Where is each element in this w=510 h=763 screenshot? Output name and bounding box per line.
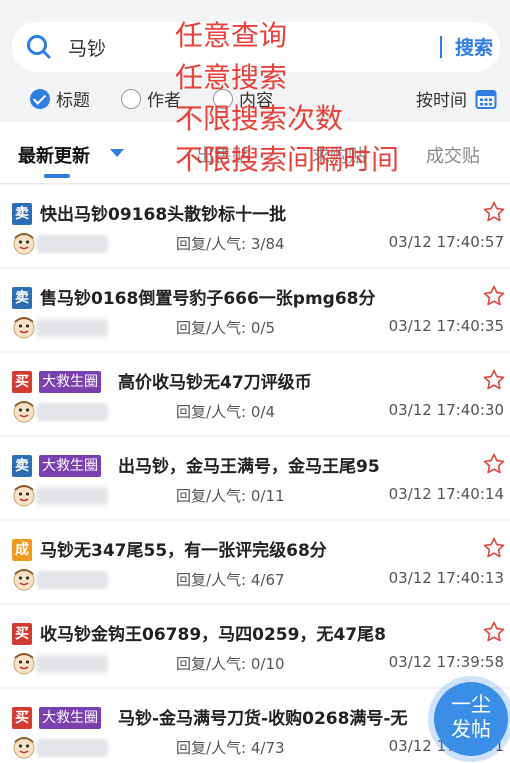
new-post-button[interactable]: 一尘 发帖 — [434, 682, 508, 756]
post-time: 03/12 17:40:35 — [388, 317, 504, 335]
overlay-text: 不限搜索间隔时间 — [175, 143, 400, 176]
tab-deal[interactable]: 成交贴 — [426, 142, 480, 168]
post-stats: 回复/人气: 3/84 — [176, 235, 285, 253]
fab-line2: 发帖 — [451, 717, 491, 741]
star-icon[interactable] — [482, 368, 506, 392]
radio-checked-icon — [30, 88, 50, 109]
search-button[interactable]: 搜索 — [455, 33, 493, 60]
post-title[interactable]: 收马钞金钩王06789，马四0259，无47尾8 — [40, 620, 386, 645]
avatar — [12, 483, 36, 507]
avatar — [12, 567, 36, 591]
post-row[interactable]: 买收马钞金钩王06789，马四0259，无47尾8 回复/人气: 0/10 03/1… — [0, 605, 510, 687]
avatar — [12, 399, 36, 423]
post-row[interactable]: 成马钞无347尾55，有一张评完级68分回复/人气: 4/67 03/12 17:… — [0, 521, 510, 603]
blurred-author-name — [36, 403, 108, 421]
filter-title-radio[interactable]: 标题 — [30, 86, 90, 111]
blurred-author-name — [36, 319, 108, 337]
active-tab-indicator — [44, 174, 70, 178]
avatar — [12, 735, 36, 759]
post-type-badge: 卖 — [12, 203, 32, 225]
overlay-text: 任意查询 — [175, 19, 288, 52]
post-time: 03/12 17:40:57 — [388, 233, 504, 251]
post-tag-badge: 大救生圈 — [39, 371, 101, 393]
post-type-badge: 卖 — [12, 455, 32, 477]
post-type-badge: 买 — [12, 707, 32, 729]
avatar — [12, 315, 36, 339]
star-icon[interactable] — [482, 200, 506, 224]
blurred-author-name — [36, 571, 108, 589]
star-icon[interactable] — [482, 452, 506, 476]
caret-down-icon[interactable] — [110, 149, 124, 157]
post-row[interactable]: 卖快出马钞09168头散钞标十一批回复/人气: 3/84 03/12 17:40:… — [0, 185, 510, 267]
post-time: 03/12 17:40:14 — [388, 485, 504, 503]
post-title[interactable]: 出马钞，金马王满号，金马王尾95 — [118, 452, 380, 477]
star-icon[interactable] — [482, 536, 506, 560]
post-title[interactable]: 马钞-金马满号刀货-收购0268满号-无 — [118, 704, 407, 729]
post-time: 03/12 17:40:13 — [388, 569, 504, 587]
filter-title-label: 标题 — [56, 91, 90, 111]
star-icon[interactable] — [482, 284, 506, 308]
blurred-author-name — [36, 655, 108, 673]
post-row[interactable]: 卖售马钞0168倒置号豹子666一张pmg68分回复/人气: 0/5 03/12 … — [0, 269, 510, 351]
post-title[interactable]: 售马钞0168倒置号豹子666一张pmg68分 — [40, 284, 376, 309]
tab-latest[interactable]: 最新更新 — [18, 142, 90, 168]
post-stats: 回复/人气: 0/11 — [176, 487, 285, 505]
post-title[interactable]: 高价收马钞无47刀评级币 — [118, 368, 312, 393]
post-type-badge: 成 — [12, 539, 32, 561]
post-stats: 回复/人气: 0/5 — [176, 319, 276, 337]
post-type-badge: 卖 — [12, 287, 32, 309]
blurred-author-name — [36, 235, 108, 253]
post-row[interactable]: 卖大救生圈 出马钞，金马王满号，金马王尾95 回复/人气: 0/11 03/12 17… — [0, 437, 510, 519]
post-title[interactable]: 马钞无347尾55，有一张评完级68分 — [40, 536, 327, 561]
avatar — [12, 651, 36, 675]
radio-unchecked-icon — [121, 88, 141, 109]
post-stats: 回复/人气: 4/73 — [176, 739, 285, 757]
post-type-badge: 买 — [12, 371, 32, 393]
search-divider — [440, 36, 442, 58]
post-stats: 回复/人气: 0/4 — [176, 403, 276, 421]
post-tag-badge: 大救生圈 — [39, 455, 101, 477]
calendar-icon — [475, 89, 497, 109]
post-time: 03/12 17:39:58 — [388, 653, 504, 671]
avatar — [12, 231, 36, 255]
post-title[interactable]: 快出马钞09168头散钞标十一批 — [40, 200, 286, 225]
post-list: 卖快出马钞09168头散钞标十一批 回复/人气: 3/84 03/12 17:40:… — [0, 185, 510, 763]
overlay-text: 不限搜索次数 — [175, 102, 344, 135]
fab-line1: 一尘 — [451, 692, 491, 716]
search-icon — [27, 35, 51, 59]
post-type-badge: 买 — [12, 623, 32, 645]
post-time: 03/12 17:40:30 — [388, 401, 504, 419]
filter-author-radio[interactable]: 作者 — [121, 86, 181, 111]
sort-by-time[interactable]: 按时间 — [416, 86, 497, 111]
post-stats: 回复/人气: 4/67 — [176, 571, 285, 589]
sort-label: 按时间 — [416, 91, 467, 111]
blurred-author-name — [36, 739, 108, 757]
post-row[interactable]: 买大救生圈 高价收马钞无47刀评级币回复/人气: 0/4 03/12 17:40:3… — [0, 353, 510, 435]
blurred-author-name — [36, 487, 108, 505]
post-stats: 回复/人气: 0/10 — [176, 655, 285, 673]
overlay-text: 任意搜索 — [175, 61, 288, 94]
star-icon[interactable] — [482, 620, 506, 644]
search-input[interactable]: 马钞 — [68, 34, 106, 61]
post-tag-badge: 大救生圈 — [39, 707, 101, 729]
